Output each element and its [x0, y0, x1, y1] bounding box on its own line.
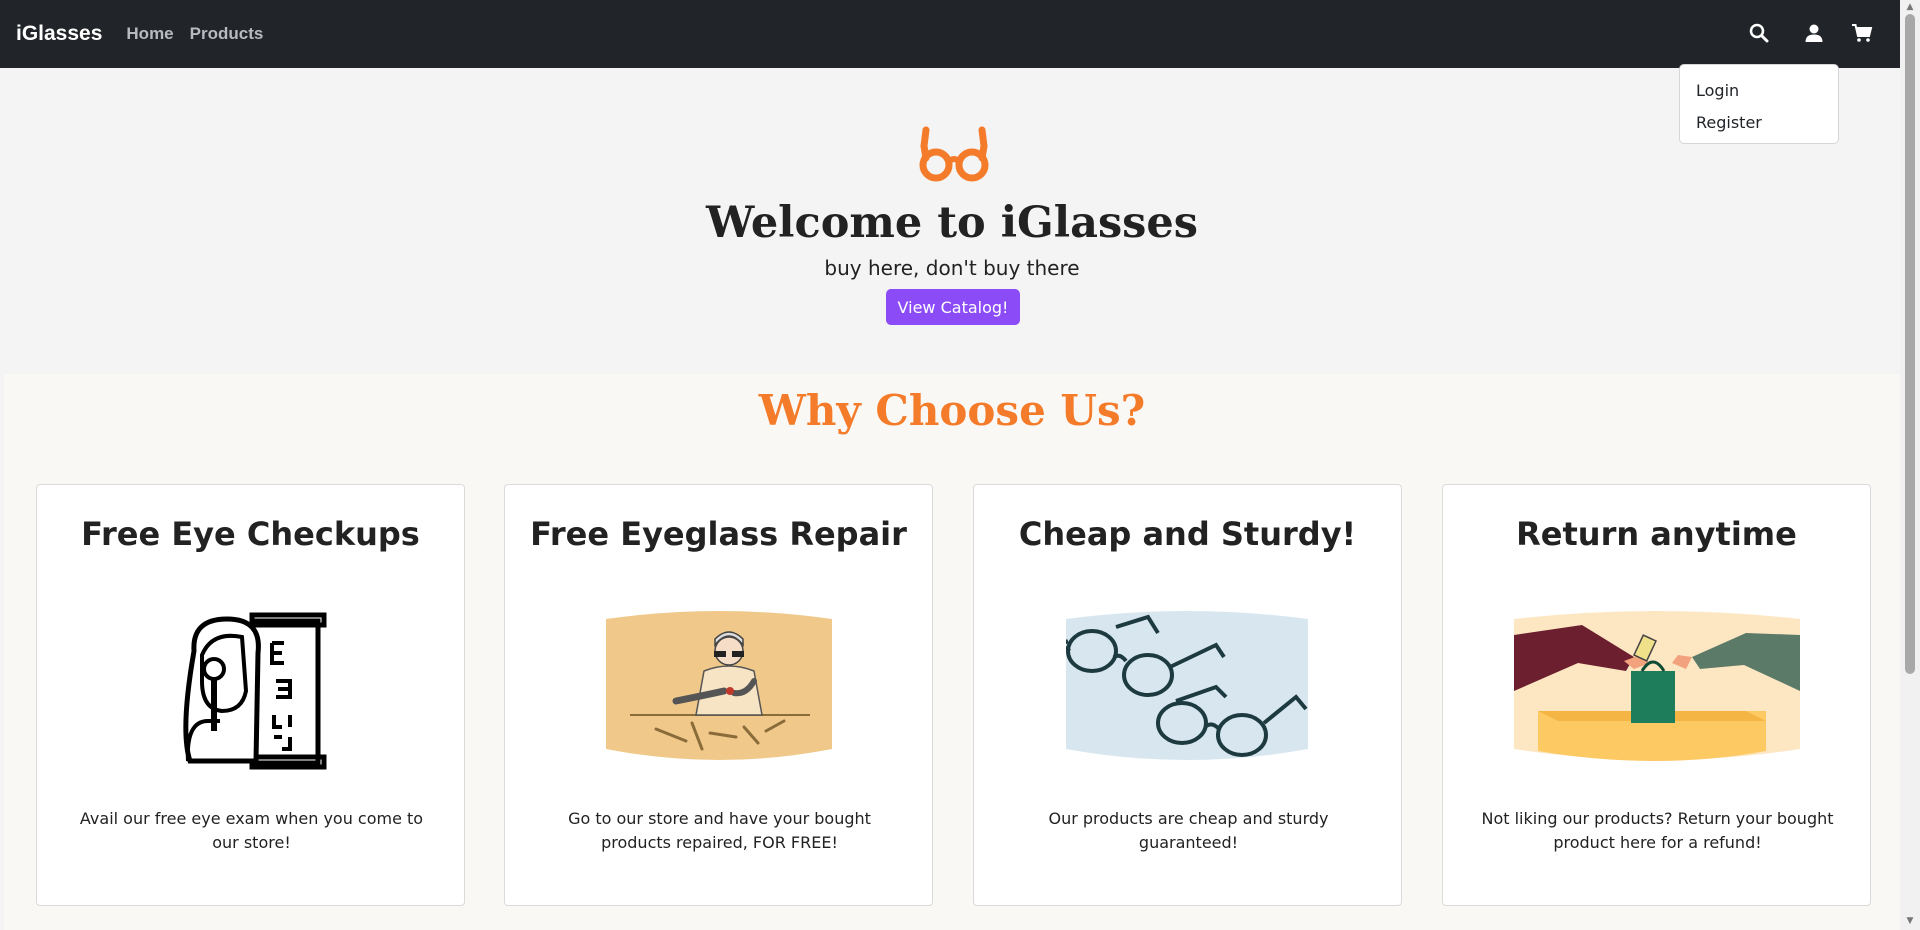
vertical-scrollbar[interactable]: ▲ ▼: [1900, 0, 1920, 930]
register-link[interactable]: Register: [1680, 107, 1838, 139]
hero-subtitle: buy here, don't buy there: [824, 256, 1080, 280]
account-dropdown-menu: Login Register: [1679, 64, 1839, 144]
nav-link-home[interactable]: Home: [126, 24, 173, 44]
repair-illustration: [606, 611, 832, 769]
scrollbar-thumb[interactable]: [1905, 14, 1915, 674]
hero-title: Welcome to iGlasses: [706, 198, 1198, 248]
feature-card-eye-checkups: Free Eye Checkups Avail our free eye exa…: [36, 484, 465, 906]
navbar: iGlasses Home Products: [0, 0, 1920, 68]
scroll-up-arrow-icon[interactable]: ▲: [1905, 2, 1915, 12]
scroll-down-arrow-icon[interactable]: ▼: [1905, 916, 1915, 926]
search-icon[interactable]: [1748, 22, 1770, 44]
login-link[interactable]: Login: [1680, 75, 1838, 107]
glasses-illustration: [1061, 611, 1308, 769]
card-title: Cheap and Sturdy!: [1018, 515, 1357, 553]
main-content: Welcome to iGlasses buy here, don't buy …: [4, 68, 1900, 930]
section-title: Why Choose Us?: [758, 386, 1146, 435]
why-choose-us-section: Why Choose Us? Free Eye Checkups Avail o…: [4, 374, 1900, 930]
glasses-icon: [918, 124, 990, 184]
eye-exam-illustration: [172, 611, 332, 775]
hero-section: Welcome to iGlasses buy here, don't buy …: [4, 68, 1900, 374]
feature-card-cheap-sturdy: Cheap and Sturdy! Our products are cheap…: [973, 484, 1402, 906]
cart-icon[interactable]: [1851, 22, 1873, 44]
card-text: Our products are cheap and sturdy guaran…: [1048, 809, 1329, 852]
card-text: Go to our store and have your bought pro…: [568, 809, 871, 852]
return-illustration: [1514, 611, 1800, 769]
card-title: Return anytime: [1516, 515, 1797, 553]
user-icon[interactable]: [1803, 22, 1825, 44]
card-title: Free Eyeglass Repair: [530, 515, 907, 553]
card-title: Free Eye Checkups: [81, 515, 420, 553]
feature-card-return: Return anytime Not liking our products? …: [1442, 484, 1871, 906]
brand-logo[interactable]: iGlasses: [16, 22, 102, 46]
view-catalog-button[interactable]: View Catalog!: [886, 289, 1020, 325]
feature-card-repair: Free Eyeglass Repair Go to our store and…: [504, 484, 933, 906]
nav-link-products[interactable]: Products: [190, 24, 264, 44]
card-text: Not liking our products? Return your bou…: [1481, 809, 1834, 852]
card-text: Avail our free eye exam when you come to…: [79, 809, 424, 852]
